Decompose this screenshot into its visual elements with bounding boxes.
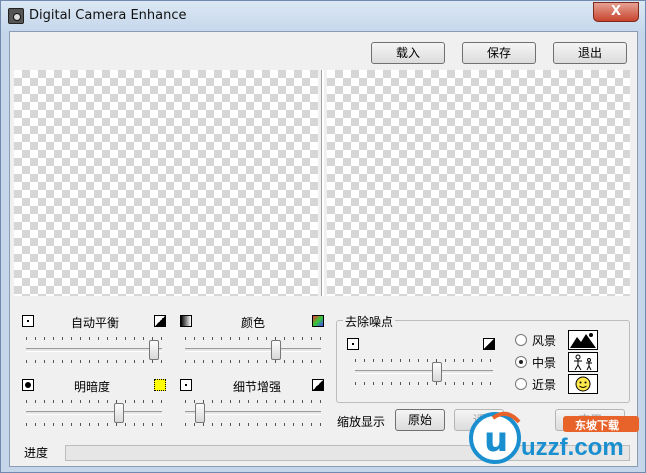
load-button[interactable]: 载入 <box>371 42 445 64</box>
slider-track <box>355 370 493 374</box>
enhanced-preview <box>327 70 630 296</box>
auto-balance-min-icon <box>22 315 34 327</box>
progress-label: 进度 <box>24 446 49 460</box>
window-title: Digital Camera Enhance <box>29 8 187 23</box>
slider-ticks <box>185 423 321 426</box>
detail-slider[interactable] <box>185 400 321 426</box>
slider-track <box>185 411 321 415</box>
slider-ticks <box>355 382 493 385</box>
app-window: Digital Camera Enhance X 载入 保存 退出 自动平衡 颜… <box>0 0 646 473</box>
closeup-radio[interactable] <box>515 378 527 390</box>
slider-ticks <box>26 337 162 340</box>
denoise-max-icon <box>483 338 495 350</box>
slider-thumb[interactable] <box>114 403 124 423</box>
detail-label: 细节增强 <box>233 380 282 394</box>
save-button[interactable]: 保存 <box>462 42 536 64</box>
slider-thumb[interactable] <box>195 403 205 423</box>
auto-balance-max-icon <box>154 315 166 327</box>
zoom-label: 缩放显示 <box>337 415 386 429</box>
svg-text:u: u <box>484 420 508 460</box>
color-slider[interactable] <box>185 337 321 363</box>
slider-ticks <box>26 360 162 363</box>
landscape-label: 风景 <box>532 334 557 348</box>
site-watermark: u 东坡下载 uzzf.com <box>463 404 643 469</box>
preview-divider <box>321 70 324 296</box>
brightness-min-icon <box>22 379 34 391</box>
slider-track <box>26 348 162 352</box>
detail-min-icon <box>180 379 192 391</box>
slider-ticks <box>26 423 162 426</box>
slider-track <box>185 348 321 352</box>
camera-icon <box>8 8 24 24</box>
original-preview <box>14 70 318 296</box>
brightness-slider[interactable] <box>26 400 162 426</box>
watermark-tag: 东坡下载 <box>575 419 619 432</box>
auto-balance-label: 自动平衡 <box>71 316 120 330</box>
original-size-button[interactable]: 原始 <box>395 409 445 431</box>
watermark-brand: uzzf.com <box>521 434 624 461</box>
slider-ticks <box>185 400 321 403</box>
slider-track <box>26 411 162 415</box>
face-icon <box>568 374 598 394</box>
landscape-icon <box>568 330 598 350</box>
exit-button[interactable]: 退出 <box>553 42 627 64</box>
people-icon <box>568 352 598 372</box>
color-max-icon <box>312 315 324 327</box>
slider-ticks <box>185 337 321 340</box>
slider-ticks <box>26 400 162 403</box>
slider-thumb[interactable] <box>432 362 442 382</box>
midrange-label: 中景 <box>532 356 557 370</box>
denoise-title: 去除噪点 <box>343 313 396 330</box>
closeup-label: 近景 <box>532 378 557 392</box>
slider-ticks <box>185 360 321 363</box>
slider-thumb[interactable] <box>271 340 281 360</box>
denoise-slider[interactable] <box>355 359 493 385</box>
landscape-radio[interactable] <box>515 334 527 346</box>
brightness-max-icon <box>154 379 166 391</box>
title-bar[interactable]: Digital Camera Enhance X <box>1 1 645 31</box>
close-button[interactable]: X <box>593 2 639 22</box>
denoise-min-icon <box>347 338 359 350</box>
color-label: 颜色 <box>241 316 266 330</box>
client-area: 载入 保存 退出 自动平衡 颜色 明暗度 细节增强 去除噪点 风景 中景 近景 … <box>9 31 638 467</box>
slider-ticks <box>355 359 493 362</box>
color-min-icon <box>180 315 192 327</box>
brightness-label: 明暗度 <box>74 380 111 394</box>
auto-balance-slider[interactable] <box>26 337 162 363</box>
midrange-radio[interactable] <box>515 356 527 368</box>
detail-max-icon <box>312 379 324 391</box>
denoise-group: 去除噪点 风景 中景 近景 <box>336 313 630 403</box>
slider-thumb[interactable] <box>149 340 159 360</box>
